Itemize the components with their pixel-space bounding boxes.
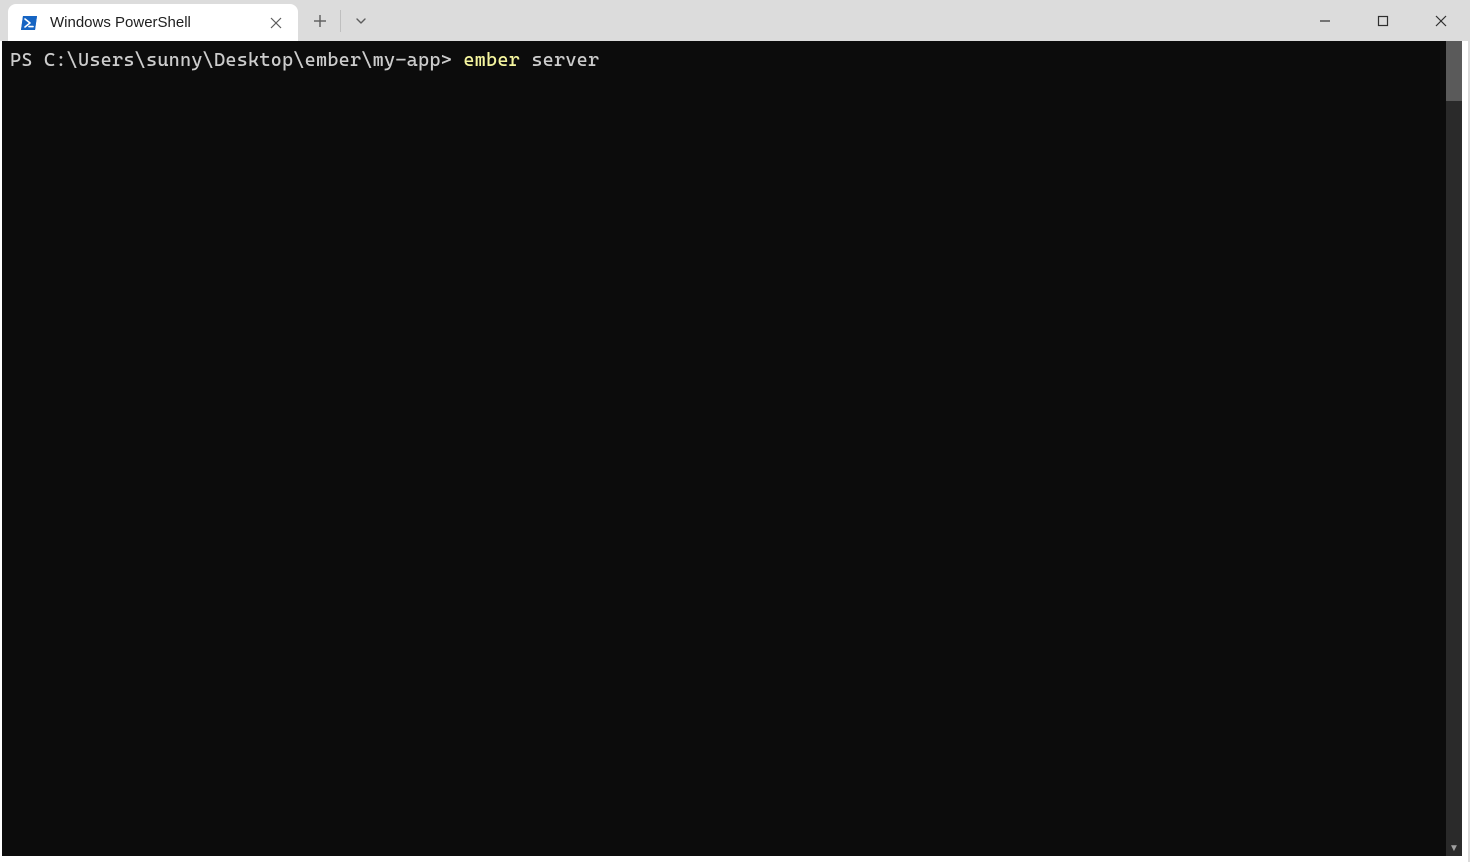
terminal-wrap: PS C:\Users\sunny\Desktop\ember\my-app> … xyxy=(2,41,1462,856)
maximize-button[interactable] xyxy=(1354,0,1412,41)
close-icon xyxy=(1435,15,1447,27)
window-close-button[interactable] xyxy=(1412,0,1470,41)
tab-actions xyxy=(298,0,379,41)
prompt-symbol: > xyxy=(441,49,464,71)
terminal-window: Windows PowerShell xyxy=(0,0,1470,862)
command-arg: server xyxy=(520,49,599,71)
client-area: PS C:\Users\sunny\Desktop\ember\my-app> … xyxy=(0,41,1470,862)
tab-strip: Windows PowerShell xyxy=(0,0,379,41)
tab-powershell[interactable]: Windows PowerShell xyxy=(8,4,298,41)
scroll-up-icon[interactable]: ▲ xyxy=(1446,41,1462,57)
terminal-scrollbar[interactable]: ▲ ▼ xyxy=(1446,41,1462,856)
powershell-icon xyxy=(20,14,38,32)
minimize-icon xyxy=(1319,15,1331,27)
chevron-down-icon xyxy=(355,15,367,27)
tab-title: Windows PowerShell xyxy=(50,14,252,31)
scroll-down-icon[interactable]: ▼ xyxy=(1446,840,1462,856)
tab-profiles-dropdown[interactable] xyxy=(343,3,379,39)
window-controls xyxy=(1296,0,1470,41)
prompt-prefix: PS xyxy=(10,49,44,71)
terminal-viewport[interactable]: PS C:\Users\sunny\Desktop\ember\my-app> … xyxy=(2,41,1446,856)
minimize-button[interactable] xyxy=(1296,0,1354,41)
tab-close-button[interactable] xyxy=(264,11,288,35)
plus-icon xyxy=(313,14,327,28)
maximize-icon xyxy=(1377,15,1389,27)
title-bar[interactable]: Windows PowerShell xyxy=(0,0,1470,41)
command-name: ember xyxy=(463,49,520,71)
prompt-path: C:\Users\sunny\Desktop\ember\my-app xyxy=(44,49,441,71)
new-tab-button[interactable] xyxy=(302,3,338,39)
tab-divider xyxy=(340,10,341,32)
